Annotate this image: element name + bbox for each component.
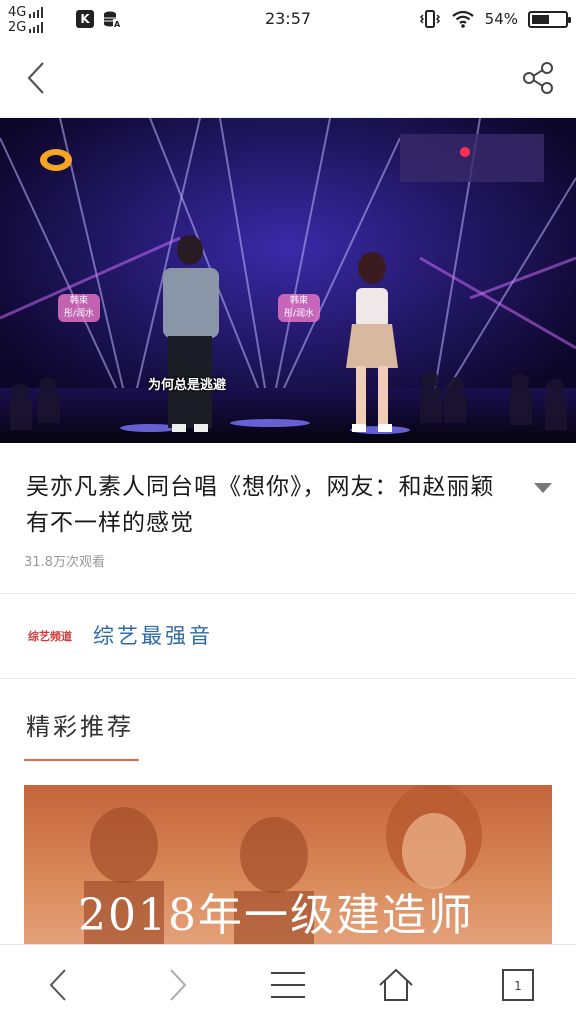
- vibrate-icon: [419, 10, 440, 28]
- tab-count: 1: [514, 979, 522, 993]
- view-count: 31.8万次观看: [24, 555, 105, 570]
- video-player[interactable]: 韩束 彤/润水 韩束 彤/润水 为何总是逃避: [0, 118, 576, 443]
- tabs-button[interactable]: 1: [496, 963, 540, 1007]
- sponsor-tag: 韩束 彤/润水: [278, 294, 320, 322]
- back-icon: [49, 969, 66, 1001]
- channel-row[interactable]: 综艺频道 综艺最强音: [0, 594, 576, 678]
- sponsor-tag-top: 韩束: [289, 296, 308, 306]
- recommend-card-title: 2018年一级建造师: [78, 890, 474, 941]
- share-icon: [523, 62, 553, 94]
- bottom-toolbar: 1: [0, 944, 576, 1024]
- menu-icon: [271, 972, 305, 998]
- share-button[interactable]: [520, 60, 556, 96]
- menu-button[interactable]: [266, 963, 310, 1007]
- status-bar: 4G 2G K A 23:57 54%: [0, 0, 576, 40]
- video-caption: 为何总是逃避: [148, 378, 227, 393]
- recommend-card[interactable]: 2018年一级建造师: [24, 785, 552, 945]
- recommend-underline: [24, 759, 139, 761]
- nav-bar: [0, 40, 576, 118]
- video-title: 吴亦凡素人同台唱《想你》，网友：和赵丽颖有不一样的感觉: [26, 474, 495, 536]
- home-icon: [379, 968, 413, 1001]
- battery-icon: [528, 10, 571, 28]
- channel-avatar-text: 综艺频道: [28, 630, 72, 643]
- channel-name[interactable]: 综艺最强音: [93, 620, 213, 650]
- sponsor-tag: 韩束 彤/润水: [58, 294, 100, 322]
- sponsor-tag-top: 韩束: [69, 296, 88, 306]
- article-header: 吴亦凡素人同台唱《想你》，网友：和赵丽颖有不一样的感觉 31.8万次观看: [0, 443, 576, 593]
- sponsor-tag-bottom: 彤/润水: [283, 309, 315, 319]
- forward-icon: [170, 969, 187, 1001]
- sponsor-tag-bottom: 彤/润水: [63, 309, 95, 319]
- wifi-icon: [451, 10, 474, 28]
- home-button[interactable]: [374, 963, 418, 1007]
- back-icon: [27, 62, 44, 94]
- video-detail-page: 4G 2G K A 23:57 54% 韩束 彤/润水 韩束 彤/润水 为何总是…: [0, 0, 576, 1024]
- chevron-down-icon[interactable]: [534, 483, 552, 493]
- tabs-icon: 1: [502, 969, 534, 1001]
- channel-logo-icon: [40, 149, 72, 171]
- browser-forward-button[interactable]: [156, 963, 200, 1007]
- divider: [0, 678, 576, 679]
- back-button[interactable]: [18, 58, 54, 98]
- recommend-heading: 精彩推荐: [26, 713, 134, 741]
- channel-avatar[interactable]: 综艺频道: [24, 610, 76, 662]
- video-frame: [0, 118, 576, 443]
- battery-percent: 54%: [484, 10, 518, 28]
- browser-back-button[interactable]: [36, 963, 80, 1007]
